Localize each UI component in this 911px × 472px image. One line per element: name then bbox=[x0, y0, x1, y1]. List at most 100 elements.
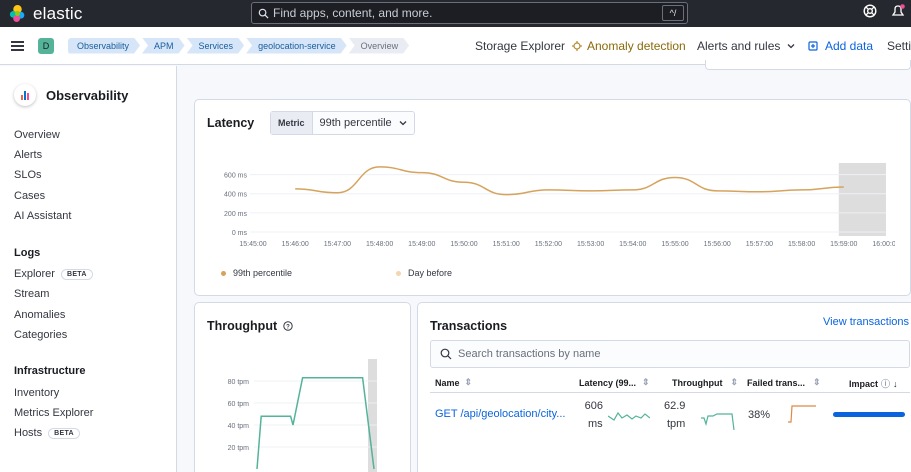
transactions-title: Transactions bbox=[430, 319, 508, 333]
alerts-and-rules-menu[interactable]: Alerts and rules bbox=[697, 39, 796, 53]
sidebar-item-anomalies[interactable]: Anomalies bbox=[14, 309, 65, 321]
global-header: elastic ^/ bbox=[0, 0, 911, 27]
sort-desc-icon: ↓ bbox=[893, 378, 898, 389]
sidebar-item-categories[interactable]: Categories bbox=[14, 329, 67, 341]
sidebar-item-stream[interactable]: Stream bbox=[14, 288, 49, 300]
legend-dot bbox=[396, 270, 401, 276]
info-icon[interactable]: ? bbox=[283, 321, 293, 331]
current-bucket-shade bbox=[838, 163, 886, 236]
latency-panel: Latency Metric 99th percentile 600 ms 400… bbox=[194, 99, 911, 296]
column-header-failed[interactable]: Failed trans... ⇕ bbox=[747, 377, 821, 388]
sidebar-item-inventory[interactable]: Inventory bbox=[14, 387, 59, 399]
anomaly-detection-link[interactable]: Anomaly detection bbox=[572, 39, 686, 53]
info-icon: ⓘ bbox=[881, 379, 891, 389]
legend-dot bbox=[221, 270, 226, 276]
column-header-impact[interactable]: Impact ⓘ ↓ bbox=[849, 377, 898, 390]
breadcrumb-services[interactable]: Services bbox=[187, 38, 245, 54]
column-header-name[interactable]: Name ⇕ bbox=[435, 377, 472, 388]
sort-icon: ⇕ bbox=[642, 377, 650, 387]
global-search-input[interactable] bbox=[273, 6, 653, 20]
breadcrumb-overview: Overview bbox=[349, 38, 410, 54]
beta-badge: BETA bbox=[48, 427, 80, 439]
sidebar-title: Observability bbox=[46, 87, 129, 103]
x-tick-label: 16:00:00 bbox=[872, 241, 895, 248]
space-avatar[interactable]: D bbox=[38, 37, 54, 54]
anomaly-icon bbox=[572, 41, 582, 51]
throughput-chart: 80 tpm 60 tpm 40 tpm 20 tpm bbox=[228, 359, 377, 472]
sidebar-item-overview[interactable]: Overview bbox=[14, 129, 60, 141]
latency-metric-select[interactable]: Metric 99th percentile bbox=[270, 111, 415, 135]
impact-bar-fill bbox=[833, 412, 905, 417]
observability-sidebar: Observability Overview Alerts SLOs Cases… bbox=[0, 66, 177, 472]
svg-text:?: ? bbox=[286, 324, 290, 330]
x-tick-label: 15:56:00 bbox=[704, 241, 731, 248]
column-header-latency[interactable]: Latency (99... ⇕ bbox=[579, 377, 650, 388]
sidebar-item-slos[interactable]: SLOs bbox=[14, 169, 42, 181]
column-label: Name bbox=[435, 377, 460, 388]
storage-explorer-link[interactable]: Storage Explorer bbox=[475, 39, 565, 53]
breadcrumb-observability[interactable]: Observability bbox=[68, 38, 140, 54]
transaction-name-link[interactable]: GET /api/geolocation/city... bbox=[435, 408, 565, 420]
latency-unit: ms bbox=[588, 418, 603, 430]
column-label: Impact bbox=[849, 378, 879, 389]
legend-item-99th[interactable]: 99th percentile bbox=[221, 268, 292, 278]
sidebar-item-hosts[interactable]: Hosts BETA bbox=[14, 427, 80, 439]
notifications-icon[interactable] bbox=[891, 4, 905, 18]
latency-sparkline bbox=[608, 411, 650, 421]
elastic-logo[interactable]: elastic bbox=[9, 4, 83, 24]
breadcrumb: Observability APM Services geolocation-s… bbox=[68, 38, 411, 54]
y-tick-label: 400 ms bbox=[224, 192, 247, 199]
throughput-unit: tpm bbox=[667, 418, 686, 430]
sidebar-item-metrics-explorer[interactable]: Metrics Explorer bbox=[14, 407, 93, 419]
sidebar-item-label: Explorer bbox=[14, 268, 55, 280]
settings-link[interactable]: Setti bbox=[887, 39, 911, 53]
y-tick-label: 80 tpm bbox=[228, 379, 250, 386]
metric-prepend-label: Metric bbox=[271, 112, 313, 134]
column-label: Failed trans... bbox=[747, 377, 806, 388]
add-data-link[interactable]: Add data bbox=[808, 39, 873, 53]
legend-label: Day before bbox=[408, 268, 453, 278]
x-tick-label: 15:46:00 bbox=[282, 241, 309, 248]
throughput-value: 62.9 bbox=[664, 400, 686, 412]
legend-item-day-before[interactable]: Day before bbox=[396, 268, 452, 278]
menu-icon[interactable] bbox=[11, 39, 24, 53]
sidebar-item-cases[interactable]: Cases bbox=[14, 190, 45, 202]
search-shortcut-hint: ^/ bbox=[662, 5, 684, 21]
column-label: Throughput bbox=[672, 377, 723, 388]
transactions-search-input[interactable] bbox=[458, 348, 858, 360]
sidebar-item-alerts[interactable]: Alerts bbox=[14, 149, 42, 161]
sidebar-item-label: Hosts bbox=[14, 427, 43, 439]
search-icon bbox=[440, 348, 452, 360]
failed-rate-sparkline bbox=[788, 405, 816, 423]
y-tick-label: 600 ms bbox=[224, 173, 247, 180]
impact-bar bbox=[833, 412, 905, 417]
latency-title: Latency bbox=[207, 116, 255, 130]
y-tick-label: 0 ms bbox=[232, 230, 248, 237]
x-tick-label: 15:45:00 bbox=[239, 241, 266, 248]
sort-icon: ⇕ bbox=[464, 377, 473, 387]
latency-value: 606 bbox=[584, 400, 603, 412]
x-tick-label: 15:59:00 bbox=[830, 241, 857, 248]
breadcrumb-apm[interactable]: APM bbox=[142, 38, 185, 54]
table-header-divider bbox=[430, 392, 910, 393]
global-search[interactable]: ^/ bbox=[251, 2, 688, 24]
sidebar-item-logs-explorer[interactable]: Explorer BETA bbox=[14, 268, 93, 280]
breadcrumb-service-name[interactable]: geolocation-service bbox=[246, 38, 347, 54]
scrolled-panel-edge bbox=[705, 60, 911, 70]
add-data-label: Add data bbox=[825, 39, 874, 53]
x-tick-label: 15:53:00 bbox=[577, 241, 604, 248]
chevron-down-icon bbox=[399, 121, 407, 126]
help-icon[interactable] bbox=[863, 4, 877, 18]
sidebar-section-logs: Logs bbox=[14, 247, 41, 259]
view-transactions-link[interactable]: View transactions bbox=[823, 316, 909, 328]
observability-icon bbox=[14, 84, 36, 106]
metric-selected-value: 99th percentile bbox=[319, 117, 392, 129]
x-tick-label: 15:51:00 bbox=[493, 241, 520, 248]
x-tick-label: 15:48:00 bbox=[366, 241, 393, 248]
x-tick-label: 15:58:00 bbox=[788, 241, 815, 248]
column-header-throughput[interactable]: Throughput ⇕ bbox=[672, 377, 738, 388]
x-tick-label: 15:54:00 bbox=[619, 241, 646, 248]
transactions-search[interactable] bbox=[430, 340, 910, 368]
sidebar-item-ai-assistant[interactable]: AI Assistant bbox=[14, 210, 71, 222]
series-line-99th-percentile bbox=[295, 166, 844, 196]
